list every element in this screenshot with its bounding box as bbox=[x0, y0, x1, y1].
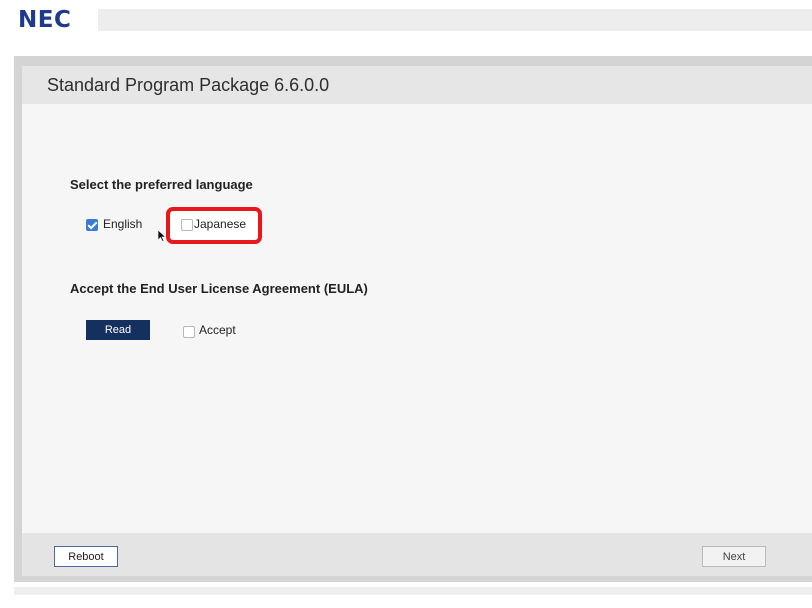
nec-logo: NEC bbox=[18, 7, 72, 33]
reboot-button[interactable]: Reboot bbox=[54, 546, 118, 567]
next-button[interactable]: Next bbox=[702, 546, 766, 567]
mouse-cursor-icon bbox=[158, 230, 166, 242]
language-heading: Select the preferred language bbox=[70, 177, 253, 192]
header-bar: NEC bbox=[0, 0, 812, 42]
header-strip bbox=[98, 9, 812, 31]
japanese-label: Japanese bbox=[194, 217, 247, 231]
page-title: Standard Program Package 6.6.0.0 bbox=[47, 75, 330, 95]
bottom-strip bbox=[14, 587, 812, 595]
accept-checkbox[interactable] bbox=[183, 326, 195, 338]
eula-heading: Accept the End User License Agreement (E… bbox=[70, 281, 368, 296]
japanese-checkbox[interactable] bbox=[181, 219, 193, 231]
read-eula-button[interactable]: Read bbox=[86, 320, 150, 340]
english-checkbox[interactable] bbox=[86, 219, 98, 231]
footer-bar bbox=[22, 533, 812, 576]
accept-label: Accept bbox=[199, 323, 236, 337]
english-label: English bbox=[103, 217, 143, 231]
